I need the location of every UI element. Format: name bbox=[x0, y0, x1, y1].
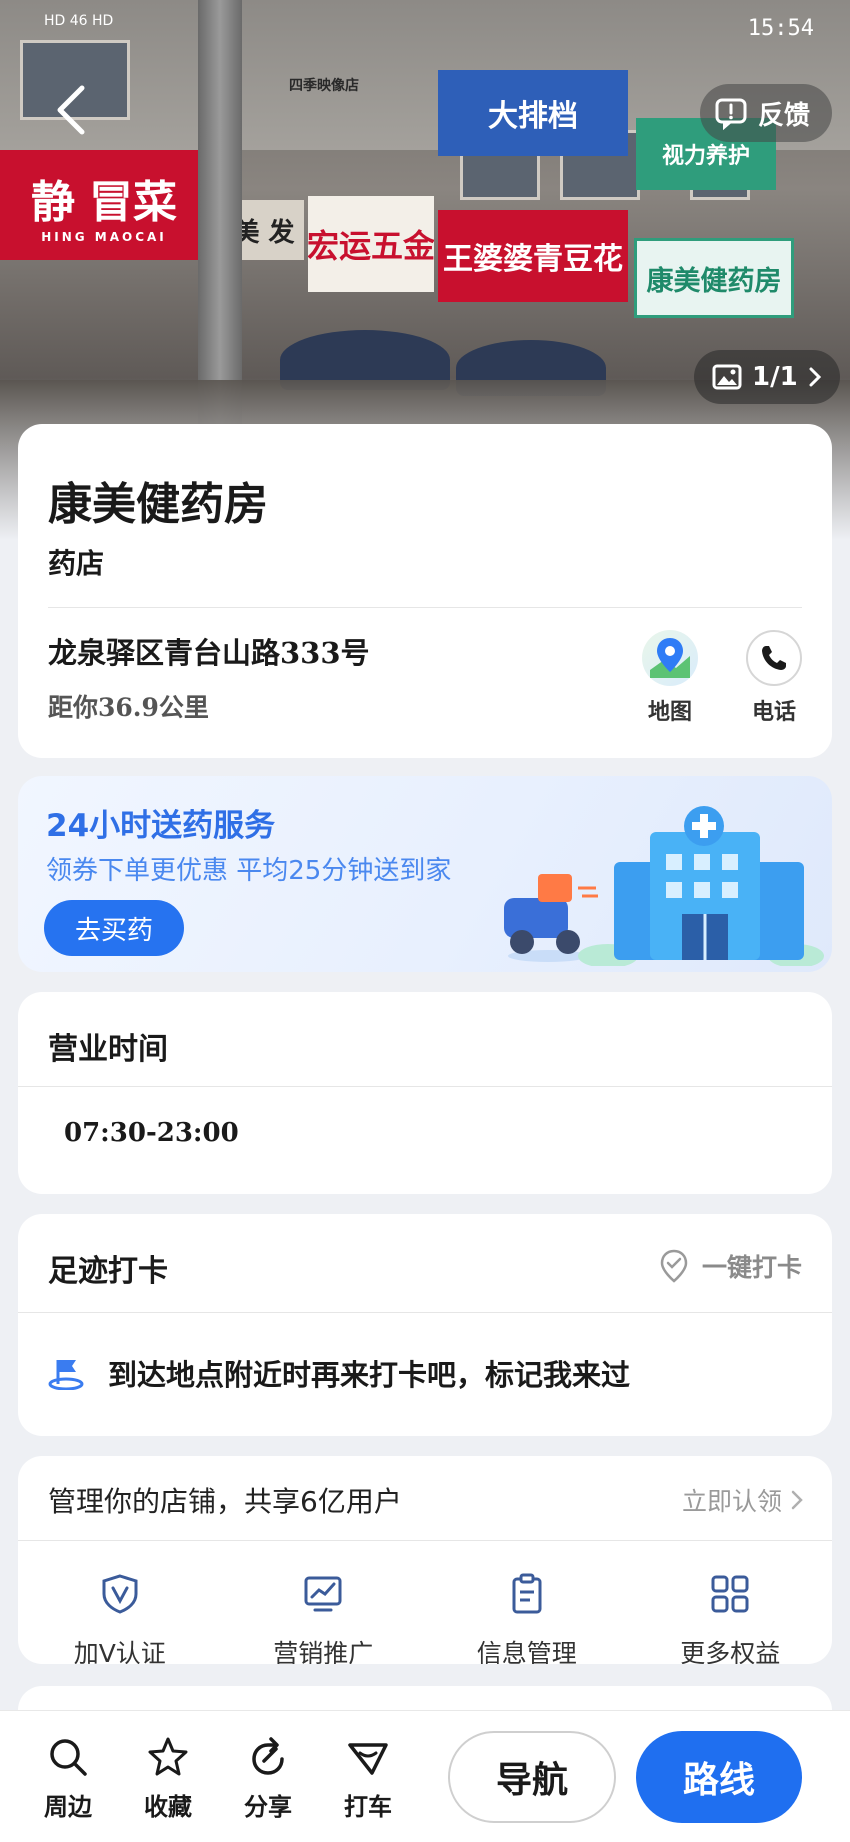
claim-store-card: 管理你的店铺，共享6亿用户 立即认领 加V认证 营销推广 信息管理 更多权益 bbox=[18, 1456, 832, 1664]
checkin-message-text: 到达地点附近时再来打卡吧，标记我来过 bbox=[108, 1358, 631, 1392]
taxi-icon bbox=[348, 1743, 388, 1775]
place-distance: 距你36.9公里 bbox=[48, 693, 209, 722]
feedback-button[interactable]: 反馈 bbox=[700, 84, 833, 142]
divider bbox=[18, 1540, 832, 1541]
phone-label: 电话 bbox=[751, 699, 796, 725]
more-benefits-button[interactable]: 更多权益 bbox=[629, 1552, 833, 1664]
route-button[interactable]: 路线 bbox=[636, 1731, 802, 1823]
hours-title: 营业时间 bbox=[48, 1032, 168, 1067]
sign-maocai: 静冒菜 HING MAOCAI bbox=[0, 150, 208, 260]
manage-grid: 加V认证 营销推广 信息管理 更多权益 bbox=[18, 1552, 832, 1664]
chart-icon bbox=[304, 1576, 342, 1612]
info-manage-button[interactable]: 信息管理 bbox=[425, 1552, 629, 1664]
manage-title: 管理你的店铺，共享6亿用户 bbox=[48, 1485, 402, 1518]
search-icon bbox=[50, 1739, 87, 1776]
hours-value: 07:30-23:00 bbox=[64, 1118, 239, 1148]
manage-item-label: 加V认证 bbox=[73, 1639, 166, 1664]
location-check-icon bbox=[660, 1249, 688, 1283]
manage-item-label: 更多权益 bbox=[680, 1639, 781, 1664]
marketing-button[interactable]: 营销推广 bbox=[222, 1552, 426, 1664]
feedback-icon bbox=[715, 98, 747, 130]
feedback-label: 反馈 bbox=[758, 100, 811, 131]
favorite-button[interactable]: 收藏 bbox=[128, 1735, 208, 1822]
nearby-button[interactable]: 周边 bbox=[28, 1735, 108, 1822]
sign-studio: 四季映像店 bbox=[289, 78, 359, 94]
checkin-card: 足迹打卡 一键打卡 到达地点附近时再来打卡吧，标记我来过 bbox=[18, 1214, 832, 1436]
bottom-action-bar: 周边 收藏 分享 打车 导航 路线 bbox=[0, 1710, 850, 1842]
phone-icon bbox=[746, 630, 802, 686]
phone-button[interactable]: 电话 bbox=[734, 630, 814, 726]
image-icon bbox=[712, 364, 742, 390]
place-info-card: 康美健药房 药店 龙泉驿区青台山路333号 距你36.9公里 地图 电话 bbox=[18, 424, 832, 758]
status-bar: HD 46 HD 15:54 bbox=[0, 0, 850, 56]
claim-now-label: 立即认领 bbox=[681, 1487, 782, 1516]
sign-maocai-pinyin: HING MAOCAI bbox=[41, 230, 167, 244]
divider bbox=[18, 1312, 832, 1313]
map-button[interactable]: 地图 bbox=[630, 630, 710, 726]
buy-medicine-button[interactable]: 去买药 bbox=[44, 900, 184, 956]
v-shield-icon bbox=[102, 1574, 138, 1614]
clipboard-icon bbox=[512, 1573, 542, 1614]
footprint-flag-icon bbox=[48, 1360, 84, 1390]
favorite-label: 收藏 bbox=[144, 1792, 192, 1821]
photo-count-button[interactable]: 1/1 bbox=[694, 350, 840, 404]
promo-subtitle: 领券下单更优惠 平均25分钟送到家 bbox=[46, 856, 452, 886]
star-icon bbox=[148, 1737, 188, 1776]
checkin-message: 到达地点附近时再来打卡吧，标记我来过 bbox=[46, 1352, 630, 1394]
business-hours-card: 营业时间 07:30-23:00 bbox=[18, 992, 832, 1194]
map-icon bbox=[642, 630, 698, 686]
place-category: 药店 bbox=[48, 547, 105, 580]
photo-count-text: 1/1 bbox=[752, 362, 798, 392]
place-address[interactable]: 龙泉驿区青台山路333号 bbox=[48, 630, 370, 672]
manage-item-label: 信息管理 bbox=[476, 1639, 577, 1664]
divider bbox=[48, 607, 802, 608]
chevron-right-icon bbox=[791, 1490, 803, 1510]
status-time: 15:54 bbox=[747, 16, 814, 41]
share-icon bbox=[252, 1737, 284, 1775]
sign-pharmacy: 康美健药房 bbox=[634, 238, 794, 318]
delivery-promo-card[interactable]: 24小时送药服务 领券下单更优惠 平均25分钟送到家 去买药 bbox=[18, 776, 832, 972]
claim-now-link[interactable]: 立即认领 bbox=[682, 1482, 804, 1518]
grid-icon bbox=[711, 1575, 749, 1613]
manage-item-label: 营销推广 bbox=[273, 1639, 374, 1664]
back-button[interactable] bbox=[50, 82, 94, 138]
sign-snack: 大排档 bbox=[438, 70, 628, 156]
checkin-title: 足迹打卡 bbox=[48, 1254, 168, 1289]
sign-beans: 王婆婆青豆花 bbox=[438, 210, 628, 302]
signal-indicator: HD 46 HD bbox=[44, 13, 114, 29]
street-pole bbox=[198, 0, 242, 430]
chevron-left-icon bbox=[57, 85, 85, 135]
hospital-delivery-illustration bbox=[504, 806, 824, 966]
sign-maocai-text: 冒菜 bbox=[89, 177, 177, 228]
promo-title: 24小时送药服务 bbox=[46, 808, 276, 844]
nearby-label: 周边 bbox=[44, 1792, 92, 1821]
one-tap-checkin-button[interactable]: 一键打卡 bbox=[658, 1248, 802, 1284]
sign-hardware: 宏运五金 bbox=[308, 196, 434, 292]
map-label: 地图 bbox=[647, 699, 692, 725]
checkin-link-label: 一键打卡 bbox=[701, 1253, 802, 1282]
navigate-button[interactable]: 导航 bbox=[448, 1731, 616, 1823]
taxi-button[interactable]: 打车 bbox=[328, 1735, 408, 1822]
divider bbox=[18, 1086, 832, 1087]
place-name: 康美健药房 bbox=[48, 479, 268, 530]
verify-v-button[interactable]: 加V认证 bbox=[18, 1552, 222, 1664]
share-label: 分享 bbox=[244, 1792, 292, 1821]
taxi-label: 打车 bbox=[344, 1792, 392, 1821]
chevron-right-icon bbox=[809, 367, 821, 387]
sign-maocai-char: 静 bbox=[31, 177, 75, 228]
share-button[interactable]: 分享 bbox=[228, 1735, 308, 1822]
